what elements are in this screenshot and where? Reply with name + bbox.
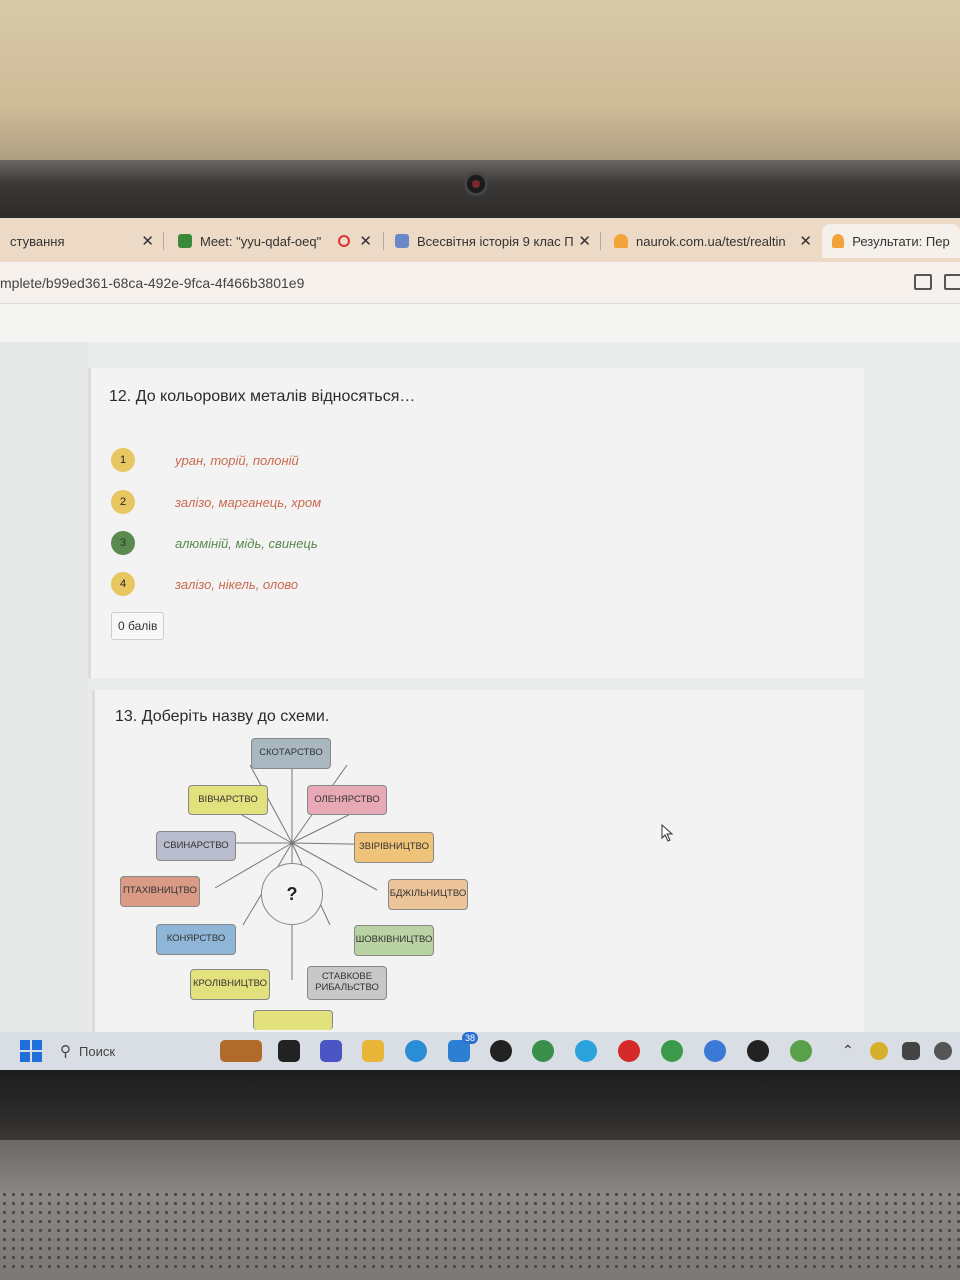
close-icon[interactable]: ✕ (359, 232, 372, 250)
opera-icon[interactable] (618, 1040, 640, 1062)
windows-start-icon[interactable] (20, 1040, 42, 1062)
url-text[interactable]: mplete/b99ed361-68ca-492e-9fca-4f466b380… (0, 275, 304, 291)
tray-app-icon[interactable] (870, 1042, 888, 1060)
browser-tab-bar: стування ✕ Meet: "yyu-qdaf-oeq" ✕ Всесві… (0, 218, 960, 262)
option-text: алюміній, мідь, свинець (175, 535, 318, 551)
file-explorer-icon[interactable] (362, 1040, 384, 1062)
tab-meet[interactable]: Meet: "yyu-qdaf-oeq" ✕ (168, 224, 378, 258)
chat-icon[interactable] (320, 1040, 342, 1062)
question-12-card: 12. До кольорових металів відносяться… 1… (88, 368, 864, 678)
close-icon[interactable]: ✕ (141, 232, 154, 250)
chrome-profile-icon[interactable] (532, 1040, 554, 1062)
page-content: 12. До кольорових металів відносяться… 1… (0, 342, 960, 1050)
search-icon: ⚲ (60, 1043, 71, 1060)
answer-option: 2 залізо, марганець, хром (111, 490, 321, 514)
chrome-alt-icon[interactable] (704, 1040, 726, 1062)
node-partial (253, 1010, 333, 1030)
tab-results[interactable]: Результати: Перви (822, 224, 960, 258)
task-view-icon[interactable] (278, 1040, 300, 1062)
node-svynarstvo: СВИНАРСТВО (156, 831, 236, 861)
score-badge: 0 балів (111, 612, 165, 640)
mail-icon[interactable]: 38 (448, 1032, 478, 1062)
option-text: залізо, марганець, хром (175, 494, 322, 510)
option-number-badge: 2 (111, 490, 135, 514)
question-title: 13. Доберіть назву до схеми. (115, 708, 330, 725)
question-13-card: 13. Доберіть назву до схеми. СКОТАРСТВО … (92, 690, 864, 1050)
address-bar[interactable]: mplete/b99ed361-68ca-492e-9fca-4f466b380… (0, 262, 960, 304)
close-icon[interactable]: ✕ (578, 232, 591, 250)
naurok-icon (832, 234, 845, 248)
answer-option: 4 залізо, нікель, олово (111, 572, 298, 596)
webcam (464, 172, 488, 196)
diagram-center-question: ? (261, 863, 323, 925)
chevron-up-icon[interactable]: ⌃ (842, 1042, 854, 1059)
tab-history[interactable]: Всесвітня історія 9 клас П ✕ (385, 224, 597, 258)
node-zvirivnytstvo: ЗВІРІВНИЦТВО (354, 832, 434, 863)
option-text: залізо, нікель, олово (175, 576, 299, 592)
option-number-badge: 4 (111, 572, 135, 596)
laptop-bottom-bezel (0, 1070, 960, 1140)
background-wall (0, 0, 960, 180)
left-gutter (0, 342, 88, 1032)
scheme-diagram: СКОТАРСТВО ВІВЧАРСТВО ОЛЕНЯРСТВО СВИНАРС… (115, 738, 475, 1040)
option-number-badge: 3 (111, 531, 135, 555)
telegram-icon[interactable] (575, 1040, 597, 1062)
history-site-icon (395, 234, 409, 248)
node-skotarstvo: СКОТАРСТВО (251, 738, 331, 769)
mail-badge: 38 (461, 1032, 478, 1044)
option-text: уран, торій, полоній (175, 452, 299, 468)
translate-icon[interactable] (944, 274, 960, 290)
chrome-icon[interactable] (661, 1040, 683, 1062)
speaker-grille (0, 1190, 960, 1270)
globe-icon[interactable] (790, 1040, 812, 1062)
node-ptakhivnytstvo: ПТАХІВНИЦТВО (120, 876, 200, 907)
app-w2-icon[interactable] (747, 1040, 769, 1062)
question-title: 12. До кольорових металів відносяться… (109, 388, 416, 405)
bookmarks-bar (0, 304, 960, 342)
tab-naurok[interactable]: naurok.com.ua/test/realtin ✕ (604, 224, 818, 258)
close-icon[interactable]: ✕ (799, 232, 812, 250)
edge-icon[interactable] (405, 1040, 427, 1062)
tab-testing[interactable]: стування ✕ (0, 224, 160, 258)
laptop-screen: стування ✕ Meet: "yyu-qdaf-oeq" ✕ Всесві… (0, 218, 960, 1070)
node-bdzhilnytstvo: БДЖІЛЬНИЦТВО (388, 879, 468, 910)
node-konyarstvo: КОНЯРСТВО (156, 924, 236, 955)
answer-option: 1 уран, торій, полоній (111, 448, 299, 472)
app-w-icon[interactable] (490, 1040, 512, 1062)
search-highlight-icon[interactable] (220, 1040, 262, 1062)
language-icon[interactable] (934, 1042, 952, 1060)
naurok-icon (614, 234, 628, 248)
recording-icon (338, 235, 350, 247)
node-shovkivnytstvo: ШОВКІВНИЦТВО (354, 925, 434, 956)
node-stavkove-rybalstvo: СТАВКОВЕ РИБАЛЬСТВО (307, 966, 387, 1000)
meet-icon (178, 234, 192, 248)
node-olenyarstvo: ОЛЕНЯРСТВО (307, 785, 387, 815)
mouse-cursor-icon (661, 824, 674, 842)
node-vivcharstvo: ВІВЧАРСТВО (188, 785, 268, 815)
node-krolivnytstvo: КРОЛІВНИЦТВО (190, 969, 270, 1000)
taskbar: ⚲ Поиск 38 ⌃ (0, 1032, 960, 1070)
sync-icon[interactable] (902, 1042, 920, 1060)
answer-option-correct: 3 алюміній, мідь, свинець (111, 531, 318, 555)
install-app-icon[interactable] (914, 274, 932, 290)
option-number-badge: 1 (111, 448, 135, 472)
